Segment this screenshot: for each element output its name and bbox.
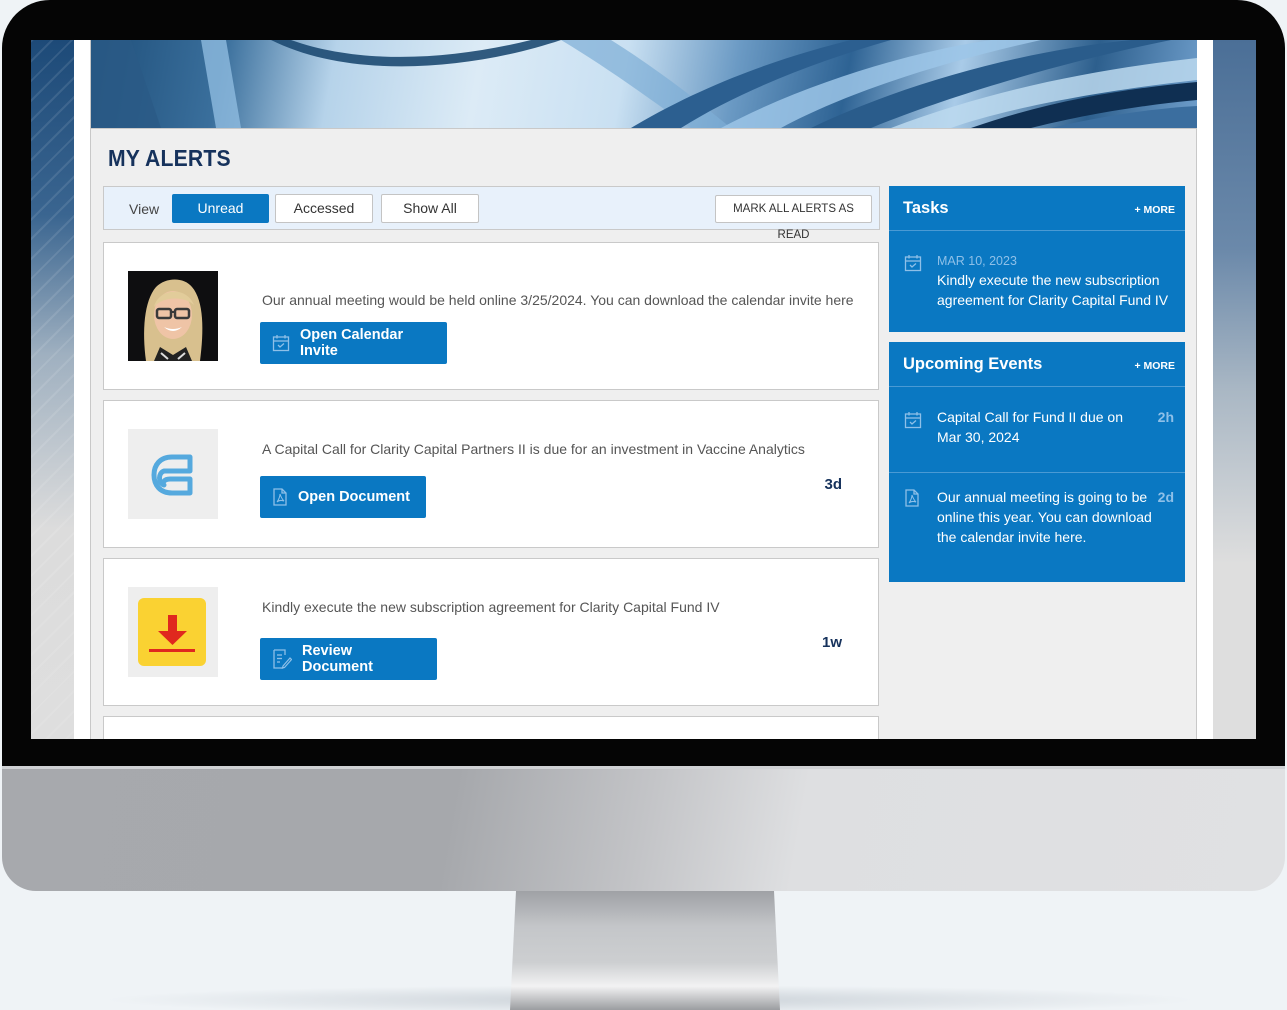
- alert-card: A Capital Call for Clarity Capital Partn…: [103, 400, 879, 548]
- page-title: MY ALERTS: [108, 145, 231, 171]
- alert-filter-bar: View Unread Accessed Show All MARK ALL A…: [103, 186, 880, 241]
- filter-accessed-button[interactable]: Accessed: [275, 194, 373, 223]
- monitor-stand: [510, 891, 780, 1010]
- alert-card: [103, 716, 879, 739]
- events-header: Upcoming Events + MORE: [889, 342, 1185, 387]
- alerts-page: MY ALERTS View Unread Accessed Show All …: [90, 40, 1197, 739]
- calendar-check-icon: [272, 335, 290, 352]
- monitor-mockup: MY ALERTS View Unread Accessed Show All …: [0, 0, 1287, 1010]
- button-label: Open Calendar Invite: [300, 327, 404, 359]
- calendar-check-icon: [904, 412, 922, 429]
- background-right: [1213, 40, 1256, 739]
- view-label: View: [129, 201, 160, 217]
- review-document-button[interactable]: Review Document: [260, 638, 437, 680]
- event-item[interactable]: Capital Call for Fund II due on Mar 30, …: [889, 387, 1185, 473]
- download-icon: [138, 598, 206, 666]
- pdf-document-icon: [273, 488, 287, 506]
- event-item[interactable]: Our annual meeting is going to be online…: [889, 473, 1185, 581]
- hero-banner-image: [91, 40, 1197, 128]
- hero-divider: [91, 128, 1197, 129]
- events-title: Upcoming Events: [903, 355, 1043, 373]
- person-photo-thumbnail: [128, 271, 218, 361]
- tasks-more-link[interactable]: + MORE: [1134, 204, 1175, 216]
- button-label: Review Document: [302, 643, 373, 675]
- upcoming-events-panel: Upcoming Events + MORE Capital Call for …: [889, 342, 1185, 582]
- open-calendar-invite-button[interactable]: Open Calendar Invite: [260, 322, 447, 364]
- event-text: Our annual meeting is going to be online…: [937, 489, 1152, 545]
- alert-message: Kindly execute the new subscription agre…: [262, 599, 720, 615]
- events-more-link[interactable]: + MORE: [1134, 360, 1175, 372]
- task-item[interactable]: MAR 10, 2023 Kindly execute the new subs…: [889, 231, 1185, 331]
- tasks-panel: Tasks + MORE MAR 10, 2023 Kindly execute…: [889, 186, 1185, 332]
- open-document-button[interactable]: Open Document: [260, 476, 426, 518]
- tasks-title: Tasks: [903, 199, 949, 217]
- download-thumbnail: [128, 587, 218, 677]
- edit-document-icon: [273, 649, 292, 669]
- event-time-ago: 2h: [1157, 409, 1174, 425]
- alert-message: Our annual meeting would be held online …: [262, 292, 854, 308]
- monitor-chin-edge: [2, 766, 1285, 769]
- company-logo-icon: [151, 454, 193, 496]
- alert-age: 1w: [821, 634, 842, 651]
- tasks-header: Tasks + MORE: [889, 186, 1185, 231]
- task-date: MAR 10, 2023: [937, 254, 1017, 268]
- event-text: Capital Call for Fund II due on Mar 30, …: [937, 409, 1123, 445]
- filter-unread-button[interactable]: Unread: [172, 194, 269, 223]
- alert-message: A Capital Call for Clarity Capital Partn…: [262, 441, 805, 457]
- screen: MY ALERTS View Unread Accessed Show All …: [31, 40, 1256, 739]
- alert-age: 3d: [824, 476, 842, 493]
- alert-card: Our annual meeting would be held online …: [103, 242, 879, 390]
- monitor-chin: [2, 768, 1285, 891]
- company-logo-thumbnail: [128, 429, 218, 519]
- button-label: Open Document: [298, 489, 410, 505]
- event-time-ago: 2d: [1157, 489, 1174, 505]
- calendar-check-icon: [904, 255, 922, 272]
- background-left: [31, 40, 74, 739]
- pdf-document-icon: [905, 489, 919, 507]
- mark-all-read-button[interactable]: MARK ALL ALERTS AS READ: [715, 195, 872, 241]
- alert-card: Kindly execute the new subscription agre…: [103, 558, 879, 706]
- filter-show-all-button[interactable]: Show All: [381, 194, 479, 223]
- task-text: Kindly execute the new subscription agre…: [937, 272, 1169, 308]
